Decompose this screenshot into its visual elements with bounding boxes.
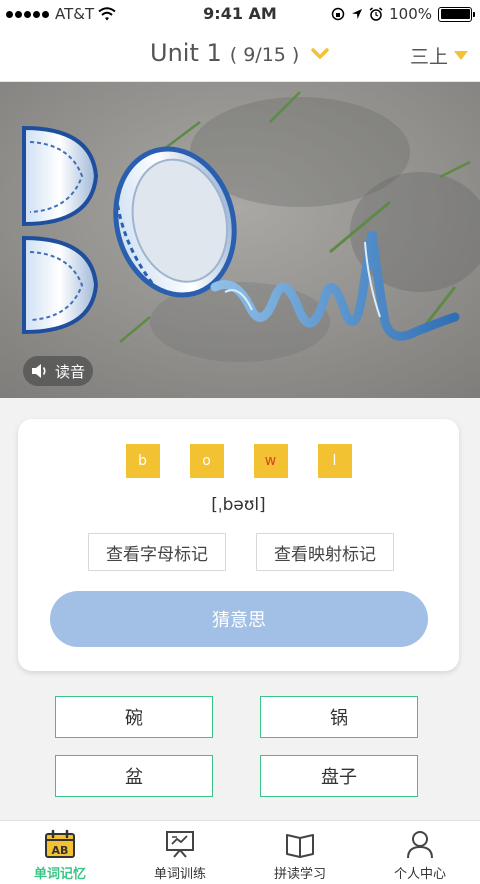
alarm-icon (369, 7, 383, 21)
tab-phonics-learning[interactable]: 拼读学习 (240, 821, 360, 884)
battery-icon (438, 6, 475, 22)
location-icon (352, 9, 363, 19)
caret-down-icon (454, 50, 468, 60)
person-icon (407, 831, 433, 859)
phonetic-transcription: [ˌbəʊl] (211, 495, 266, 515)
word-card: b o w l [ˌbəʊl] 查看字母标记 查看映射标记 猜意思 (18, 419, 459, 671)
speaker-icon (31, 364, 46, 378)
status-indicators: 100% (331, 5, 475, 23)
letter-tile[interactable]: b (125, 444, 160, 478)
rotation-lock-icon (331, 7, 345, 21)
answer-option[interactable]: 锅 (260, 696, 418, 738)
grade-label: 三上 (409, 46, 448, 68)
presentation-board-icon (166, 831, 194, 858)
bowl-artwork (0, 82, 480, 398)
guess-meaning-button[interactable]: 猜意思 (50, 591, 428, 647)
letter-tiles: b o w l (18, 444, 459, 478)
tab-word-training[interactable]: 单词训练 (120, 821, 240, 884)
letter-mark-button[interactable]: 查看字母标记 (88, 533, 226, 571)
unit-selector[interactable]: Unit 1 ( 9/15 ) (150, 39, 299, 67)
tab-label: 拼读学习 (273, 867, 326, 882)
answer-option[interactable]: 盆 (55, 755, 213, 797)
battery-percent: 100% (389, 5, 432, 23)
tab-bar: AB 单词记忆 单词训练 拼读学习 个人中心 (0, 820, 480, 884)
status-bar: AT&T 9:41 AM 100% (0, 0, 480, 28)
grade-selector[interactable]: 三上 (410, 42, 468, 69)
header: Unit 1 ( 9/15 ) 三上 (0, 28, 480, 82)
mapping-mark-button[interactable]: 查看映射标记 (256, 533, 394, 571)
tab-label: 单词训练 (153, 867, 206, 882)
word-illustration: 读音 (0, 82, 480, 398)
unit-progress: ( 9/15 ) (229, 44, 300, 66)
tab-word-memory[interactable]: AB 单词记忆 (0, 821, 120, 884)
letter-tile[interactable]: o (189, 444, 224, 478)
calendar-ab-icon: AB (45, 829, 75, 858)
svg-text:AB: AB (52, 844, 69, 857)
tab-label: 单词记忆 (33, 867, 86, 882)
letter-tile-highlighted[interactable]: w (253, 444, 288, 478)
pronunciation-label: 读音 (54, 362, 85, 381)
tab-label: 个人中心 (393, 867, 446, 882)
letter-tile[interactable]: l (317, 444, 352, 478)
answer-option[interactable]: 碗 (55, 696, 213, 738)
unit-title: Unit 1 (150, 39, 222, 67)
open-book-icon (286, 834, 314, 858)
answer-option[interactable]: 盘子 (260, 755, 418, 797)
tab-personal-center[interactable]: 个人中心 (360, 821, 480, 884)
chevron-down-icon[interactable] (311, 48, 329, 60)
pronunciation-button[interactable]: 读音 (23, 356, 93, 386)
